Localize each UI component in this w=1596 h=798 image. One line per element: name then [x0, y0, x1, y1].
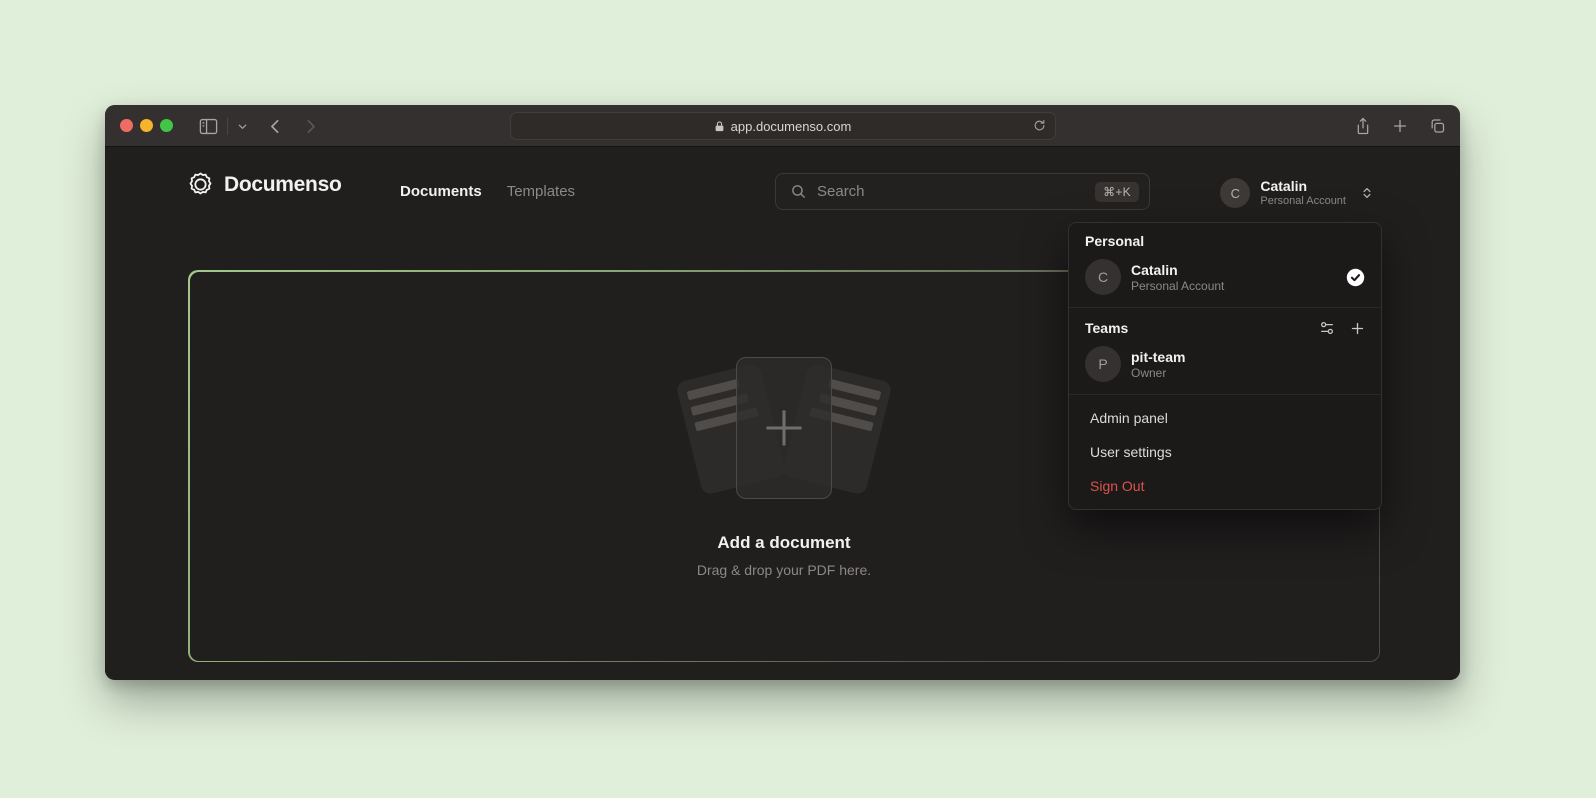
menu-item-user-settings[interactable]: User settings	[1069, 435, 1381, 469]
team-avatar: P	[1085, 346, 1121, 382]
personal-name: Catalin	[1131, 261, 1224, 279]
sidebar-chevron-down-icon[interactable]	[237, 121, 248, 132]
teams-section: Teams	[1069, 320, 1381, 394]
brand-name: Documenso	[224, 173, 342, 197]
dropzone-subtitle: Drag & drop your PDF here.	[697, 562, 871, 578]
menu-item-admin-panel[interactable]: Admin panel	[1069, 401, 1381, 435]
dropzone-title: Add a document	[717, 533, 850, 553]
account-avatar: C	[1220, 178, 1250, 208]
menu-item-sign-out[interactable]: Sign Out	[1069, 469, 1381, 503]
menu-divider	[1069, 307, 1381, 308]
address-bar[interactable]: app.documenso.com	[510, 112, 1056, 140]
personal-avatar: C	[1085, 259, 1121, 295]
main-nav: Documents Templates	[400, 171, 575, 211]
create-team-plus-icon[interactable]	[1350, 321, 1365, 336]
search-input[interactable]: Search ⌘+K	[775, 173, 1150, 210]
zoom-window-button[interactable]	[160, 119, 173, 132]
document-card-center	[736, 357, 832, 499]
web-content: Documenso Documents Templates Search ⌘+K…	[105, 147, 1460, 679]
account-name: Catalin	[1260, 178, 1346, 195]
personal-subtitle: Personal Account	[1131, 279, 1224, 294]
chevrons-up-down-icon	[1360, 186, 1374, 200]
documenso-seal-icon	[187, 171, 214, 198]
lock-icon	[714, 120, 725, 133]
selected-check-icon	[1346, 268, 1365, 287]
sidebar-toggle-icon[interactable]	[199, 118, 218, 135]
account-dropdown-menu: Personal C Catalin Personal Account	[1068, 222, 1382, 510]
browser-window: app.documenso.com	[105, 105, 1460, 680]
toolbar-divider	[227, 118, 228, 135]
team-name: pit-team	[1131, 348, 1185, 366]
toolbar-left-group	[199, 105, 319, 147]
back-button-icon[interactable]	[267, 118, 284, 135]
team-item-pit-team[interactable]: P pit-team Owner	[1085, 346, 1365, 382]
account-menu-button[interactable]: C Catalin Personal Account	[1220, 173, 1374, 213]
team-role: Owner	[1131, 366, 1185, 381]
teams-heading: Teams	[1085, 320, 1128, 336]
personal-heading: Personal	[1085, 233, 1365, 249]
plus-icon	[761, 405, 807, 451]
tab-overview-icon[interactable]	[1429, 118, 1446, 134]
url-text: app.documenso.com	[731, 119, 852, 134]
forward-button-icon[interactable]	[302, 118, 319, 135]
new-tab-plus-icon[interactable]	[1392, 118, 1408, 134]
window-controls	[120, 119, 173, 132]
search-placeholder: Search	[817, 183, 865, 200]
search-shortcut-badge: ⌘+K	[1095, 182, 1139, 202]
personal-account-item[interactable]: C Catalin Personal Account	[1085, 259, 1365, 295]
manage-teams-sliders-icon[interactable]	[1319, 320, 1335, 336]
close-window-button[interactable]	[120, 119, 133, 132]
browser-toolbar[interactable]: app.documenso.com	[105, 105, 1460, 147]
minimize-window-button[interactable]	[140, 119, 153, 132]
share-icon[interactable]	[1355, 117, 1371, 136]
personal-section: Personal C Catalin Personal Account	[1069, 233, 1381, 307]
document-stack-illustration	[674, 355, 894, 505]
search-icon	[790, 183, 807, 200]
nav-item-documents[interactable]: Documents	[400, 183, 482, 200]
account-subtitle: Personal Account	[1260, 195, 1346, 208]
documenso-logo-link[interactable]: Documenso	[187, 171, 342, 198]
reload-icon[interactable]	[1033, 118, 1046, 133]
menu-divider	[1069, 394, 1381, 395]
toolbar-right-group	[1355, 105, 1446, 147]
nav-item-templates[interactable]: Templates	[507, 183, 575, 200]
